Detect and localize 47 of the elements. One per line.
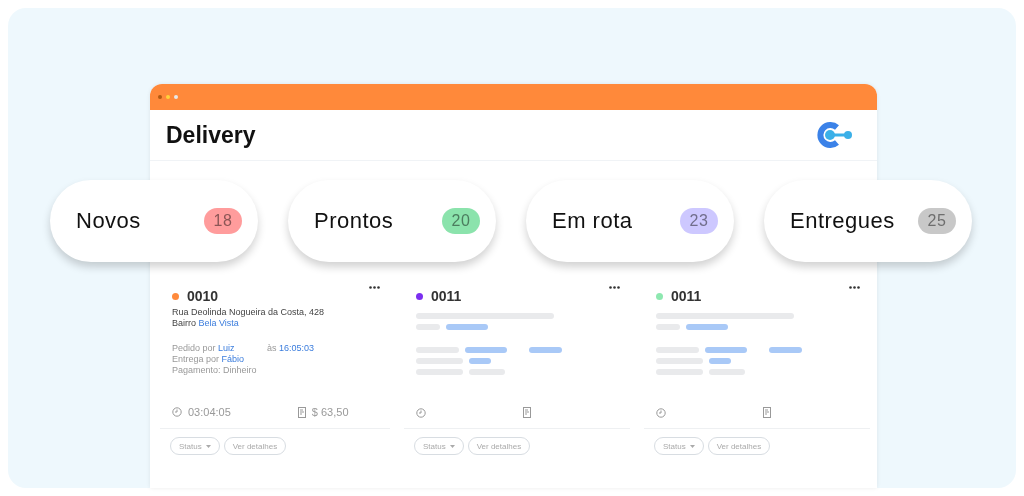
column-tab[interactable]: Entregues 25 — [764, 180, 972, 262]
card-text: Entrega por Fábio — [172, 354, 246, 365]
column-tab[interactable]: Prontos 20 — [288, 180, 496, 262]
card-text: Rua Deolinda Nogueira da Costa, 428 — [172, 307, 326, 318]
status-dropdown[interactable]: Status — [414, 437, 464, 455]
skeleton-line — [529, 347, 562, 353]
clock-icon — [656, 407, 666, 418]
logo-icon — [817, 122, 853, 148]
skeleton-line — [769, 347, 802, 353]
order-number: 0010 — [187, 288, 219, 304]
more-icon[interactable] — [369, 286, 380, 289]
card-text: Pagamento: Dinheiro — [172, 365, 258, 376]
column-tab[interactable]: Em rota 23 — [526, 180, 734, 262]
count-badge: 25 — [918, 208, 956, 234]
order-number: 0011 — [431, 288, 462, 304]
skeleton-line — [446, 324, 488, 330]
more-icon[interactable] — [609, 286, 620, 289]
receipt-icon — [523, 407, 531, 418]
skeleton-line — [709, 358, 731, 364]
count-badge: 23 — [680, 208, 718, 234]
clock-icon — [172, 407, 182, 417]
total-text: $ 63,50 — [311, 406, 349, 418]
more-icon[interactable] — [849, 286, 860, 289]
caret-icon — [449, 444, 455, 448]
receipt-icon — [763, 407, 771, 418]
order-number: 0011 — [671, 288, 702, 304]
skeleton-line — [465, 347, 507, 353]
details-button[interactable]: Ver detalhes — [707, 437, 771, 455]
caret-icon — [205, 444, 211, 448]
status-dropdown[interactable]: Status — [654, 437, 704, 455]
details-button[interactable]: Ver detalhes — [223, 437, 287, 455]
skeleton-line — [686, 324, 728, 330]
count-badge: 18 — [204, 208, 242, 234]
details-button[interactable]: Ver detalhes — [467, 437, 531, 455]
skeleton-line — [469, 358, 491, 364]
receipt-icon — [297, 406, 306, 418]
skeleton-line — [705, 347, 747, 353]
count-badge: 20 — [442, 208, 480, 234]
column-tab[interactable]: Novos 18 — [50, 180, 258, 262]
app-title: Delivery — [166, 121, 256, 149]
caret-icon — [689, 444, 695, 448]
window-dots-icon — [158, 95, 180, 99]
clock-icon — [416, 407, 426, 418]
card-text: Pedido por Luiz às 16:05:03 — [172, 343, 316, 354]
card-text: Bairro Bela Vista — [172, 318, 240, 329]
time-text: 03:04:05 — [188, 406, 231, 418]
status-dropdown[interactable]: Status — [170, 437, 220, 455]
